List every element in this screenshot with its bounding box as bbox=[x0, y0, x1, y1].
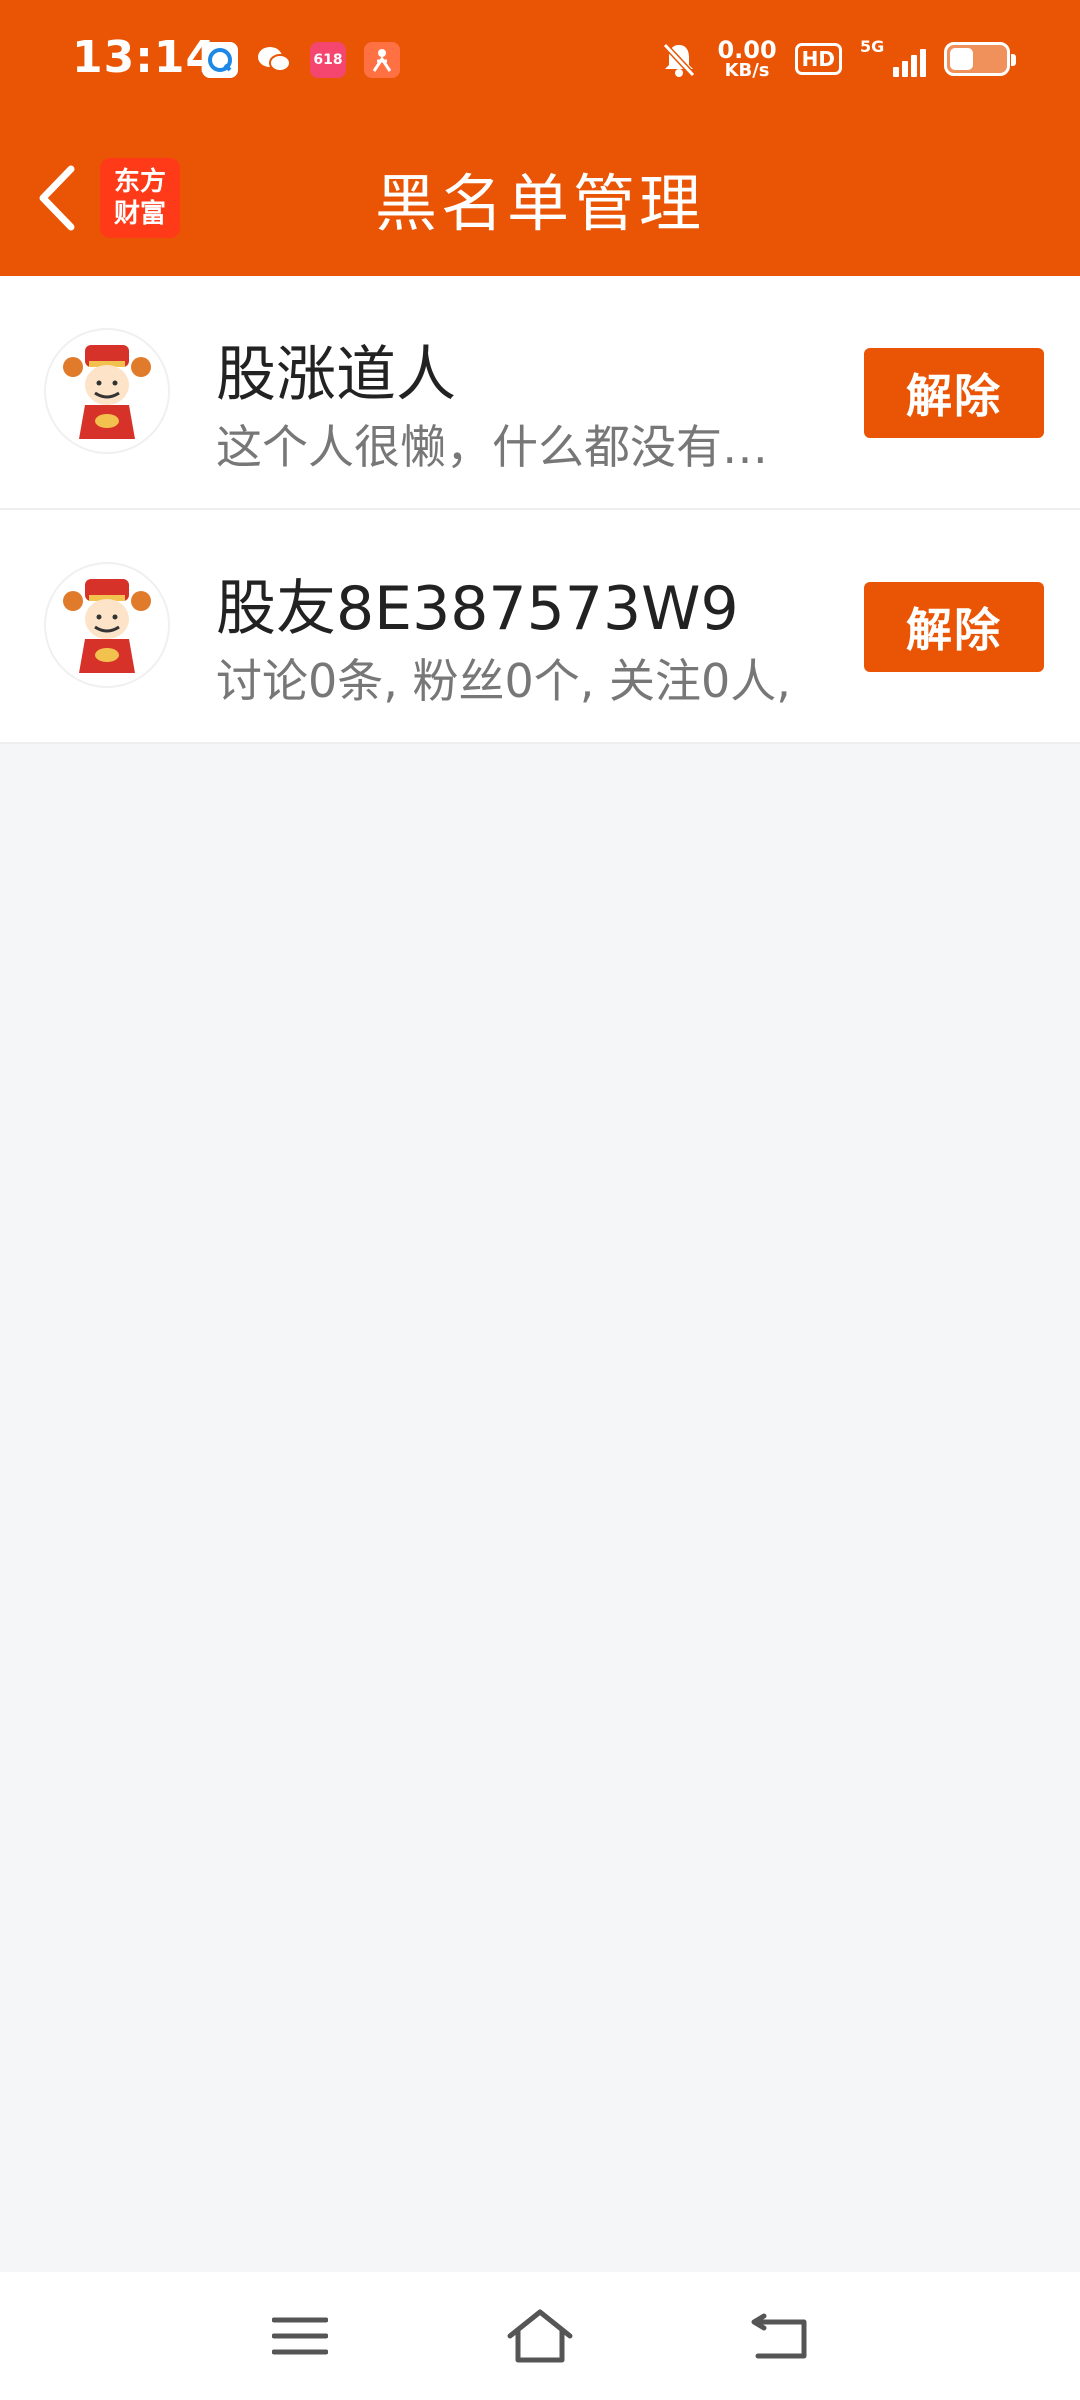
back-button[interactable] bbox=[22, 160, 92, 236]
app-logo-line2: 财富 bbox=[113, 199, 166, 229]
browser-icon bbox=[202, 42, 238, 78]
unblock-button[interactable]: 解除 bbox=[864, 582, 1044, 672]
blacklist: 股涨道人 这个人很懒，什么都没有… 解除 股友8E387573W9 讨论0条, … bbox=[0, 276, 1080, 744]
net-speed: 0.00 KB/s bbox=[717, 38, 776, 80]
net-speed-value: 0.00 bbox=[717, 36, 777, 64]
app-header: 13:14 618 0.00 KB/s HD 5G 黑名单管理 东方 财富 bbox=[0, 0, 1080, 276]
app-logo: 东方 财富 bbox=[100, 158, 180, 238]
caishen-avatar-icon bbox=[63, 345, 151, 439]
app-logo-line1: 东方 bbox=[113, 167, 166, 197]
chevron-left-icon bbox=[39, 165, 75, 231]
system-nav-bar bbox=[0, 2272, 1080, 2400]
battery-icon bbox=[944, 42, 1016, 76]
user-name: 股友8E387573W9 bbox=[216, 574, 739, 644]
bell-off-icon bbox=[663, 42, 696, 78]
nav-home-button[interactable] bbox=[504, 2304, 576, 2368]
nav-menu-button[interactable] bbox=[264, 2304, 336, 2368]
signal-icon: 5G bbox=[860, 37, 926, 77]
back-icon bbox=[751, 2313, 807, 2359]
home-icon bbox=[507, 2309, 573, 2363]
avatar[interactable] bbox=[44, 328, 170, 454]
battery-fill bbox=[950, 48, 973, 70]
user-desc: 这个人很懒，什么都没有… bbox=[216, 420, 768, 474]
list-item: 股涨道人 这个人很懒，什么都没有… 解除 bbox=[0, 276, 1080, 510]
promo-618-icon: 618 bbox=[310, 42, 346, 78]
status-time: 13:14 bbox=[72, 32, 218, 83]
title-bar: 黑名单管理 东方 财富 bbox=[0, 120, 1080, 276]
net-speed-unit: KB/s bbox=[724, 60, 770, 81]
nav-back-button[interactable] bbox=[744, 2304, 816, 2368]
avatar[interactable] bbox=[44, 562, 170, 688]
status-app-icons: 618 bbox=[202, 42, 400, 78]
runner-app-icon bbox=[364, 42, 400, 78]
menu-icon bbox=[272, 2317, 328, 2355]
network-type-label: 5G bbox=[860, 37, 885, 56]
status-bar: 13:14 618 0.00 KB/s HD 5G bbox=[0, 0, 1080, 120]
unblock-button[interactable]: 解除 bbox=[864, 348, 1044, 438]
hd-badge: HD bbox=[794, 43, 842, 75]
user-name: 股涨道人 bbox=[216, 340, 456, 410]
status-indicators: 0.00 KB/s HD 5G bbox=[659, 37, 1016, 80]
wechat-icon bbox=[256, 42, 292, 78]
user-desc: 讨论0条, 粉丝0个, 关注0人, bbox=[216, 654, 791, 708]
list-item: 股友8E387573W9 讨论0条, 粉丝0个, 关注0人, 解除 bbox=[0, 510, 1080, 744]
caishen-avatar-icon bbox=[63, 579, 151, 673]
